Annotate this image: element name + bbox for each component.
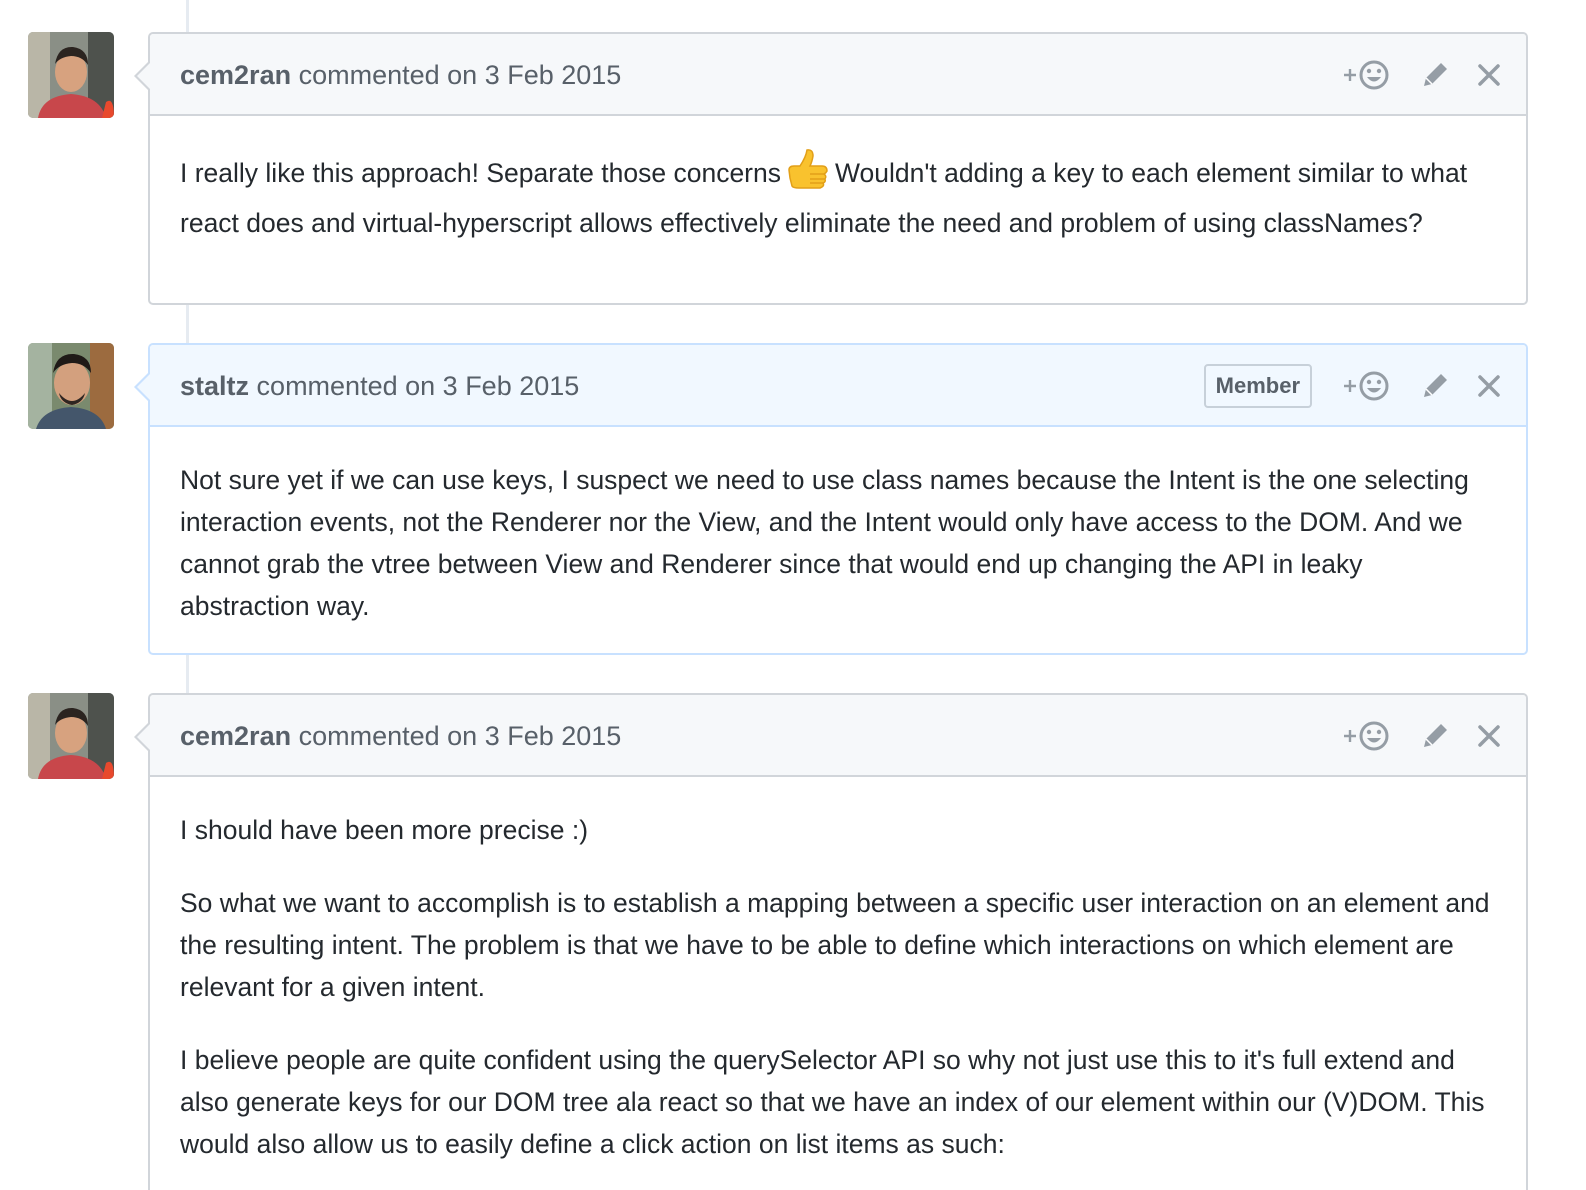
thumbs-up-emoji-icon: [785, 148, 829, 202]
comment-paragraph: So what we want to accomplish is to esta…: [180, 888, 1490, 1002]
comment-box: cem2ran commented on 3 Feb 2015: [134, 693, 1528, 1190]
comment-date[interactable]: 3 Feb 2015: [485, 60, 622, 90]
comment-paragraph: Not sure yet if we can use keys, I suspe…: [180, 465, 1469, 621]
avatar-staltz[interactable]: [28, 343, 114, 429]
avatar-cem2ran[interactable]: [28, 32, 114, 118]
comment-actions: [1338, 34, 1504, 116]
comment-meta: cem2ran commented on 3 Feb 2015: [180, 34, 621, 116]
author-link[interactable]: cem2ran: [180, 60, 291, 90]
author-link[interactable]: cem2ran: [180, 721, 291, 751]
action-text: commented on: [298, 721, 478, 751]
comment-header: cem2ran commented on 3 Feb 2015: [134, 695, 1526, 777]
comment-box: staltz commented on 3 Feb 2015 Member No…: [134, 343, 1528, 655]
comment-box: cem2ran commented on 3 Feb 2015: [134, 32, 1528, 305]
delete-button[interactable]: [1474, 371, 1504, 401]
close-x-icon: [1478, 64, 1500, 86]
comment-body: Not sure yet if we can use keys, I suspe…: [150, 427, 1526, 651]
avatar-image: [28, 343, 114, 429]
add-reaction-button[interactable]: [1338, 55, 1394, 95]
edit-button[interactable]: [1418, 719, 1452, 753]
comment-header: staltz commented on 3 Feb 2015 Member: [134, 345, 1526, 427]
comment-actions: Member: [1203, 345, 1504, 427]
pencil-icon: [1424, 724, 1447, 747]
delete-button[interactable]: [1474, 721, 1504, 751]
comment-body: I really like this approach! Separate th…: [150, 116, 1526, 268]
comment-paragraph: I believe people are quite confident usi…: [180, 1045, 1485, 1159]
delete-button[interactable]: [1474, 60, 1504, 90]
add-reaction-smiley-icon: [1344, 371, 1389, 401]
add-reaction-smiley-icon: [1344, 60, 1389, 90]
comment-actions: [1338, 695, 1504, 777]
close-x-icon: [1478, 375, 1500, 397]
add-reaction-smiley-icon: [1344, 721, 1389, 751]
action-text: commented on: [256, 371, 436, 401]
comment-paragraph: I really like this approach! Separate th…: [180, 148, 1496, 244]
pencil-icon: [1424, 374, 1447, 397]
member-badge: Member: [1203, 364, 1312, 408]
comment-meta: cem2ran commented on 3 Feb 2015: [180, 695, 621, 777]
comment-body: I should have been more precise :) So wh…: [150, 777, 1526, 1189]
avatar-image: [28, 693, 114, 779]
avatar-cem2ran[interactable]: [28, 693, 114, 779]
comment-date[interactable]: 3 Feb 2015: [485, 721, 622, 751]
edit-button[interactable]: [1418, 58, 1452, 92]
close-x-icon: [1478, 725, 1500, 747]
comment-date[interactable]: 3 Feb 2015: [443, 371, 580, 401]
avatar-image: [28, 32, 114, 118]
pencil-icon: [1424, 63, 1447, 86]
comment-paragraph: I should have been more precise :): [180, 815, 589, 845]
add-reaction-button[interactable]: [1338, 366, 1394, 406]
comment-meta: staltz commented on 3 Feb 2015: [180, 345, 579, 427]
edit-button[interactable]: [1418, 369, 1452, 403]
author-link[interactable]: staltz: [180, 371, 249, 401]
action-text: commented on: [298, 60, 478, 90]
add-reaction-button[interactable]: [1338, 716, 1394, 756]
comment-header: cem2ran commented on 3 Feb 2015: [134, 34, 1526, 116]
